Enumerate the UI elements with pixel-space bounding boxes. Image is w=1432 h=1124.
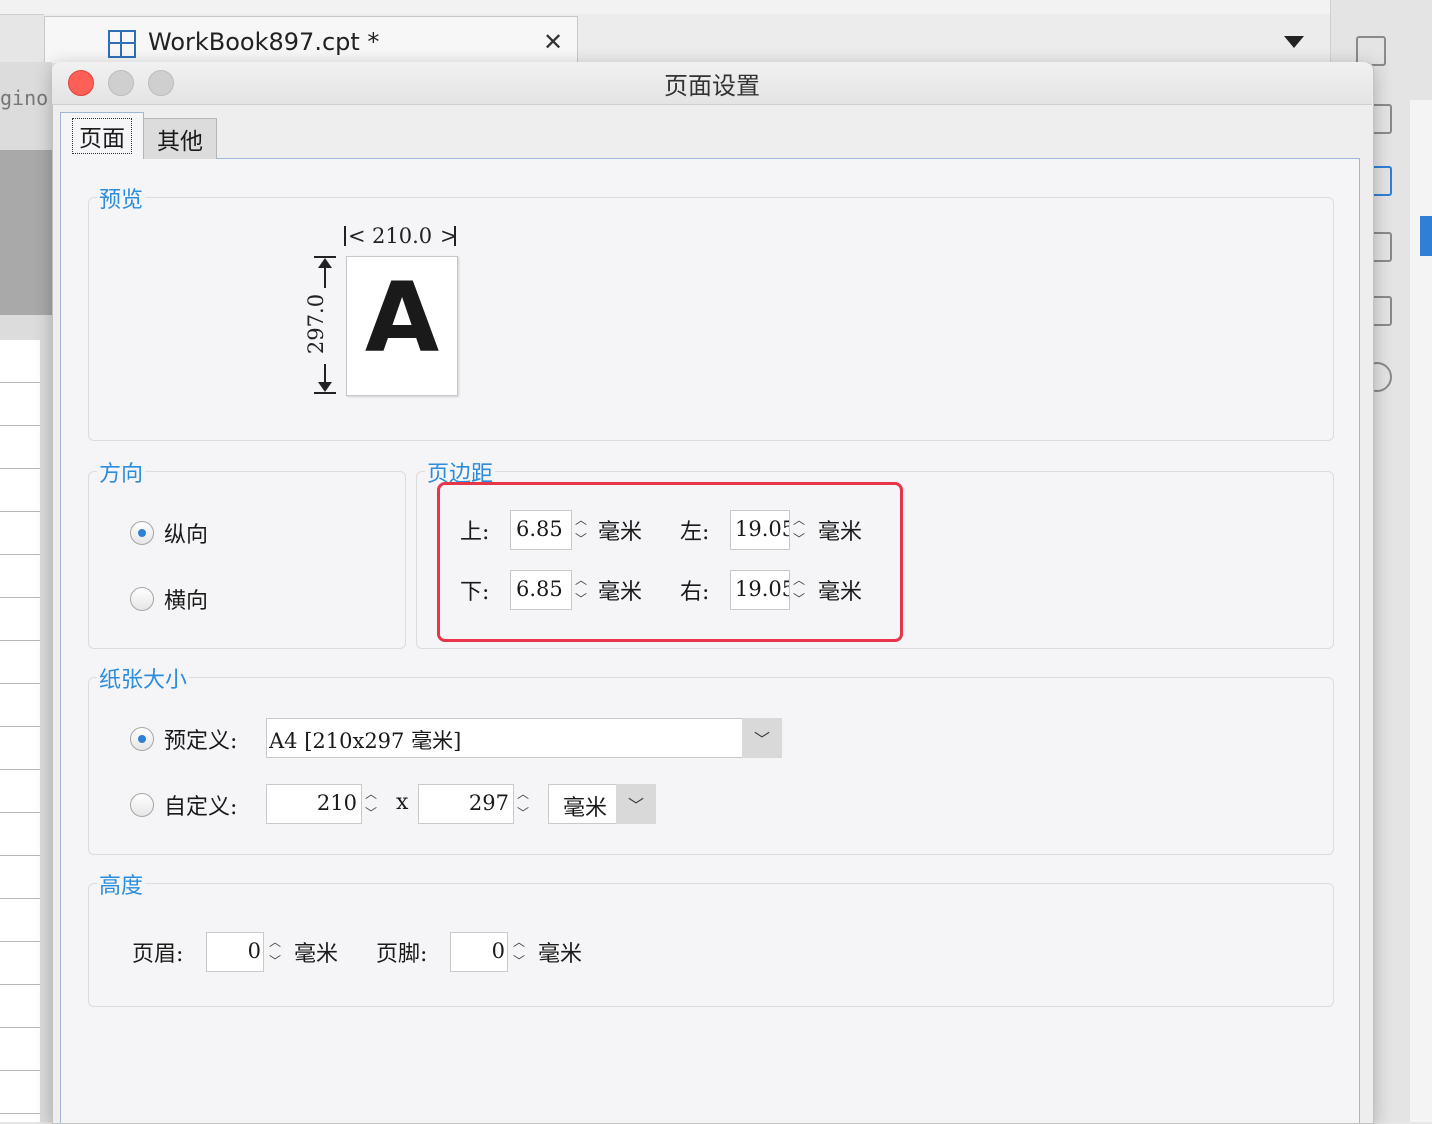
width-arrow-right-icon: > bbox=[440, 224, 458, 248]
stepper-down-icon[interactable]: ﹀ bbox=[512, 803, 534, 822]
orientation-group-title: 方向 bbox=[97, 456, 146, 488]
margins-highlight-box bbox=[437, 482, 903, 642]
custom-height-stepper[interactable]: ︿ ﹀ bbox=[512, 784, 534, 822]
stepper-down-icon[interactable]: ﹀ bbox=[508, 951, 530, 970]
custom-width-input[interactable]: 210 bbox=[266, 784, 362, 824]
predefined-radio[interactable] bbox=[130, 727, 154, 751]
footer-height-stepper[interactable]: ︿ ﹀ bbox=[508, 932, 530, 970]
custom-radio[interactable] bbox=[130, 793, 154, 817]
unit-select[interactable]: 毫米 bbox=[548, 784, 618, 824]
preview-group bbox=[88, 197, 1334, 441]
header-height-unit: 毫米 bbox=[294, 942, 339, 967]
header-height-value: 0 bbox=[247, 939, 261, 963]
tab-other-label: 其他 bbox=[157, 129, 203, 155]
header-label: 页眉: bbox=[132, 942, 184, 967]
stepper-up-icon[interactable]: ︿ bbox=[360, 784, 382, 803]
sheet-grid-lines bbox=[0, 340, 40, 1122]
paper-size-select[interactable]: A4 [210x297 毫米] bbox=[266, 718, 744, 758]
landscape-radio[interactable] bbox=[130, 587, 154, 611]
workbook-icon bbox=[108, 30, 136, 58]
custom-height-input[interactable]: 297 bbox=[418, 784, 514, 824]
custom-height-value: 297 bbox=[468, 791, 509, 815]
predefined-label[interactable]: 预定义: bbox=[164, 723, 237, 755]
footer-height-unit: 毫米 bbox=[538, 942, 583, 967]
stepper-up-icon[interactable]: ︿ bbox=[508, 932, 530, 951]
preview-height-label: 297.0 bbox=[304, 293, 329, 355]
custom-width-value: 210 bbox=[316, 791, 357, 815]
footer-height-value: 0 bbox=[491, 939, 505, 963]
landscape-label[interactable]: 横向 bbox=[164, 583, 208, 615]
document-tab-title: WorkBook897.cpt * bbox=[148, 28, 380, 56]
arrow-down-icon bbox=[318, 382, 332, 392]
chevron-down-icon: ﹀ bbox=[753, 730, 770, 749]
stepper-down-icon[interactable]: ﹀ bbox=[360, 803, 382, 822]
right-panel-selection bbox=[1420, 216, 1432, 256]
arrow-up-icon bbox=[318, 258, 332, 268]
stepper-down-icon[interactable]: ﹀ bbox=[264, 951, 286, 970]
unit-dropdown-button[interactable]: ﹀ bbox=[616, 784, 656, 824]
tab-page-label: 页面 bbox=[72, 118, 132, 154]
paper-size-group bbox=[88, 677, 1334, 855]
header-height-input[interactable]: 0 bbox=[206, 932, 264, 972]
height-dimension-bottom bbox=[314, 392, 336, 394]
footer-height-input[interactable]: 0 bbox=[450, 932, 508, 972]
side-text: gino bbox=[0, 86, 49, 110]
stepper-up-icon[interactable]: ︿ bbox=[264, 932, 286, 951]
paper-size-value: A4 [210x297 毫米] bbox=[269, 729, 462, 753]
preview-width-label: 210.0 bbox=[372, 224, 433, 248]
tab-page[interactable]: 页面 bbox=[60, 112, 144, 159]
close-icon[interactable]: ✕ bbox=[543, 28, 563, 56]
height-group-title: 高度 bbox=[97, 868, 146, 900]
portrait-label[interactable]: 纵向 bbox=[164, 517, 208, 549]
tab-other[interactable]: 其他 bbox=[143, 118, 217, 159]
app-toolbar-strip bbox=[0, 0, 1330, 15]
left-panel-gray-area bbox=[0, 150, 52, 315]
header-height-stepper[interactable]: ︿ ﹀ bbox=[264, 932, 286, 970]
width-dimension-line bbox=[344, 226, 346, 246]
unit-select-value: 毫米 bbox=[563, 796, 608, 821]
custom-width-stepper[interactable]: ︿ ﹀ bbox=[360, 784, 382, 822]
custom-label[interactable]: 自定义: bbox=[164, 789, 237, 821]
portrait-radio[interactable] bbox=[130, 521, 154, 545]
tab-menu-icon[interactable] bbox=[1284, 36, 1304, 48]
orientation-group bbox=[88, 471, 406, 649]
dialog-title: 页面设置 bbox=[664, 72, 760, 100]
preview-group-title: 预览 bbox=[97, 182, 146, 214]
paper-size-group-title: 纸张大小 bbox=[97, 662, 190, 694]
times-label: x bbox=[396, 790, 409, 815]
width-arrow-left-icon: < bbox=[348, 224, 366, 248]
chevron-down-icon: ﹀ bbox=[627, 796, 644, 815]
footer-label: 页脚: bbox=[376, 942, 428, 967]
preview-letter: A bbox=[364, 262, 440, 374]
paper-size-dropdown-button[interactable]: ﹀ bbox=[742, 718, 782, 758]
stepper-up-icon[interactable]: ︿ bbox=[512, 784, 534, 803]
